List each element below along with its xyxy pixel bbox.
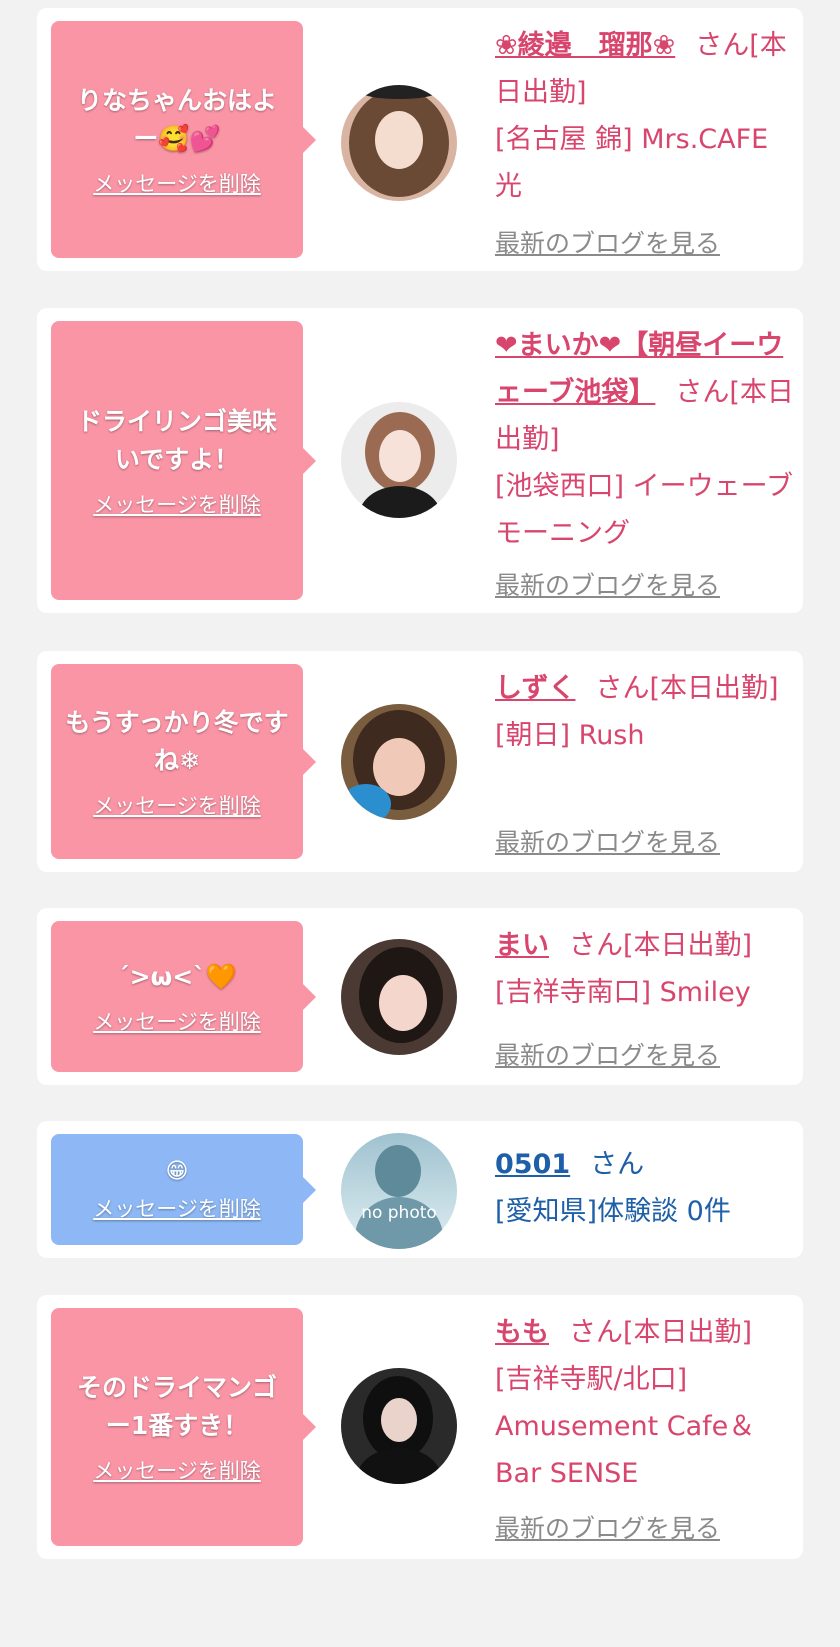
profile-status: さん[本日出勤]	[569, 1317, 753, 1348]
delete-message-link[interactable]: メッセージを削除	[93, 1193, 261, 1223]
latest-blog-link[interactable]: 最新のブログを見る	[495, 224, 720, 260]
avatar-face	[381, 1398, 417, 1442]
message-text: ドライリンゴ美味いですよ！	[76, 406, 277, 474]
delete-message-link[interactable]: メッセージを削除	[93, 168, 261, 198]
profile-info: まい さん[本日出勤] [吉祥寺南口] Smiley	[495, 922, 795, 1016]
message-card: りなちゃんおはよー🥰💕 メッセージを削除 ❀綾邉 瑠那❀ さん[本日出勤] [名古…	[37, 8, 803, 271]
profile-name-link[interactable]: まい	[495, 930, 549, 961]
avatar-outfit	[341, 784, 391, 820]
profile-name-link[interactable]: もも	[495, 1317, 549, 1348]
profile-status: さん[本日出勤]	[569, 930, 753, 961]
no-photo-label: no photo	[361, 1203, 437, 1223]
avatar[interactable]	[341, 1368, 457, 1484]
latest-blog-link[interactable]: 最新のブログを見る	[495, 566, 720, 602]
avatar[interactable]	[341, 402, 457, 518]
latest-blog-link[interactable]: 最新のブログを見る	[495, 1036, 720, 1072]
avatar-body	[359, 486, 441, 518]
message-text: 😁	[165, 1158, 189, 1184]
shop-info: [名古屋 錦] Mrs.CAFE光	[495, 124, 769, 202]
message-card: 😁 メッセージを削除 no photo 0501 さん [愛知県]体験談 0件	[37, 1121, 803, 1258]
avatar[interactable]	[341, 704, 457, 820]
delete-message-link[interactable]: メッセージを削除	[93, 489, 261, 519]
latest-blog-link[interactable]: 最新のブログを見る	[495, 1509, 720, 1545]
latest-blog-link[interactable]: 最新のブログを見る	[495, 823, 720, 859]
message-card: そのドライマンゴー1番すき！ メッセージを削除 もも さん[本日出勤] [吉祥寺駅…	[37, 1295, 803, 1559]
delete-message-link[interactable]: メッセージを削除	[93, 1006, 261, 1036]
message-bubble: ドライリンゴ美味いですよ！ メッセージを削除	[51, 321, 316, 600]
message-text: そのドライマンゴー1番すき！	[76, 1373, 277, 1440]
message-card: もうすっかり冬ですね❄ メッセージを削除 しずく さん[本日出勤] [朝日] Ru…	[37, 651, 803, 872]
message-text: もうすっかり冬ですね❄	[65, 707, 289, 775]
avatar[interactable]	[341, 85, 457, 201]
message-bubble: もうすっかり冬ですね❄ メッセージを削除	[51, 664, 316, 859]
profile-info: ❤まいか❤【朝昼イーウェーブ池袋】 さん[本日出勤] [池袋西口] イーウェーブモ…	[495, 322, 795, 557]
profile-info: ❀綾邉 瑠那❀ さん[本日出勤] [名古屋 錦] Mrs.CAFE光	[495, 22, 795, 210]
profile-name-link[interactable]: ❀綾邉 瑠那❀	[495, 30, 675, 61]
message-text: ´>ω<`🧡	[117, 961, 237, 991]
profile-name-link[interactable]: 0501	[495, 1149, 570, 1180]
avatar-face	[379, 430, 421, 482]
profile-info: しずく さん[本日出勤] [朝日] Rush	[495, 665, 795, 759]
profile-status: さん	[590, 1149, 645, 1180]
shop-info: [朝日] Rush	[495, 720, 645, 751]
message-bubble: 😁 メッセージを削除	[51, 1134, 316, 1245]
profile-name-link[interactable]: しずく	[495, 673, 575, 704]
review-info: [愛知県]体験談 0件	[495, 1196, 731, 1227]
profile-info: もも さん[本日出勤] [吉祥寺駅/北口] Amusement Cafe＆Bar …	[495, 1309, 795, 1497]
profile-info: 0501 さん [愛知県]体験談 0件	[495, 1141, 795, 1235]
message-bubble: ´>ω<`🧡 メッセージを削除	[51, 921, 316, 1072]
avatar-ears	[361, 85, 437, 99]
shop-info: [吉祥寺南口] Smiley	[495, 977, 751, 1008]
avatar-face	[375, 111, 423, 169]
shop-info: [吉祥寺駅/北口] Amusement Cafe＆Bar SENSE	[495, 1364, 756, 1489]
message-card: ´>ω<`🧡 メッセージを削除 まい さん[本日出勤] [吉祥寺南口] Smile…	[37, 908, 803, 1085]
message-text: りなちゃんおはよー🥰💕	[76, 85, 277, 153]
profile-status: さん[本日出勤]	[595, 673, 779, 704]
silhouette-head-icon	[375, 1145, 421, 1197]
message-bubble: りなちゃんおはよー🥰💕 メッセージを削除	[51, 21, 316, 258]
delete-message-link[interactable]: メッセージを削除	[93, 1455, 261, 1485]
delete-message-link[interactable]: メッセージを削除	[93, 790, 261, 820]
message-card: ドライリンゴ美味いですよ！ メッセージを削除 ❤まいか❤【朝昼イーウェーブ池袋】…	[37, 308, 803, 613]
avatar-body	[357, 1448, 441, 1484]
avatar[interactable]	[341, 939, 457, 1055]
avatar-face	[379, 975, 427, 1031]
shop-info: [池袋西口] イーウェーブモーニング	[495, 471, 794, 549]
avatar[interactable]: no photo	[341, 1133, 457, 1249]
message-bubble: そのドライマンゴー1番すき！ メッセージを削除	[51, 1308, 316, 1546]
